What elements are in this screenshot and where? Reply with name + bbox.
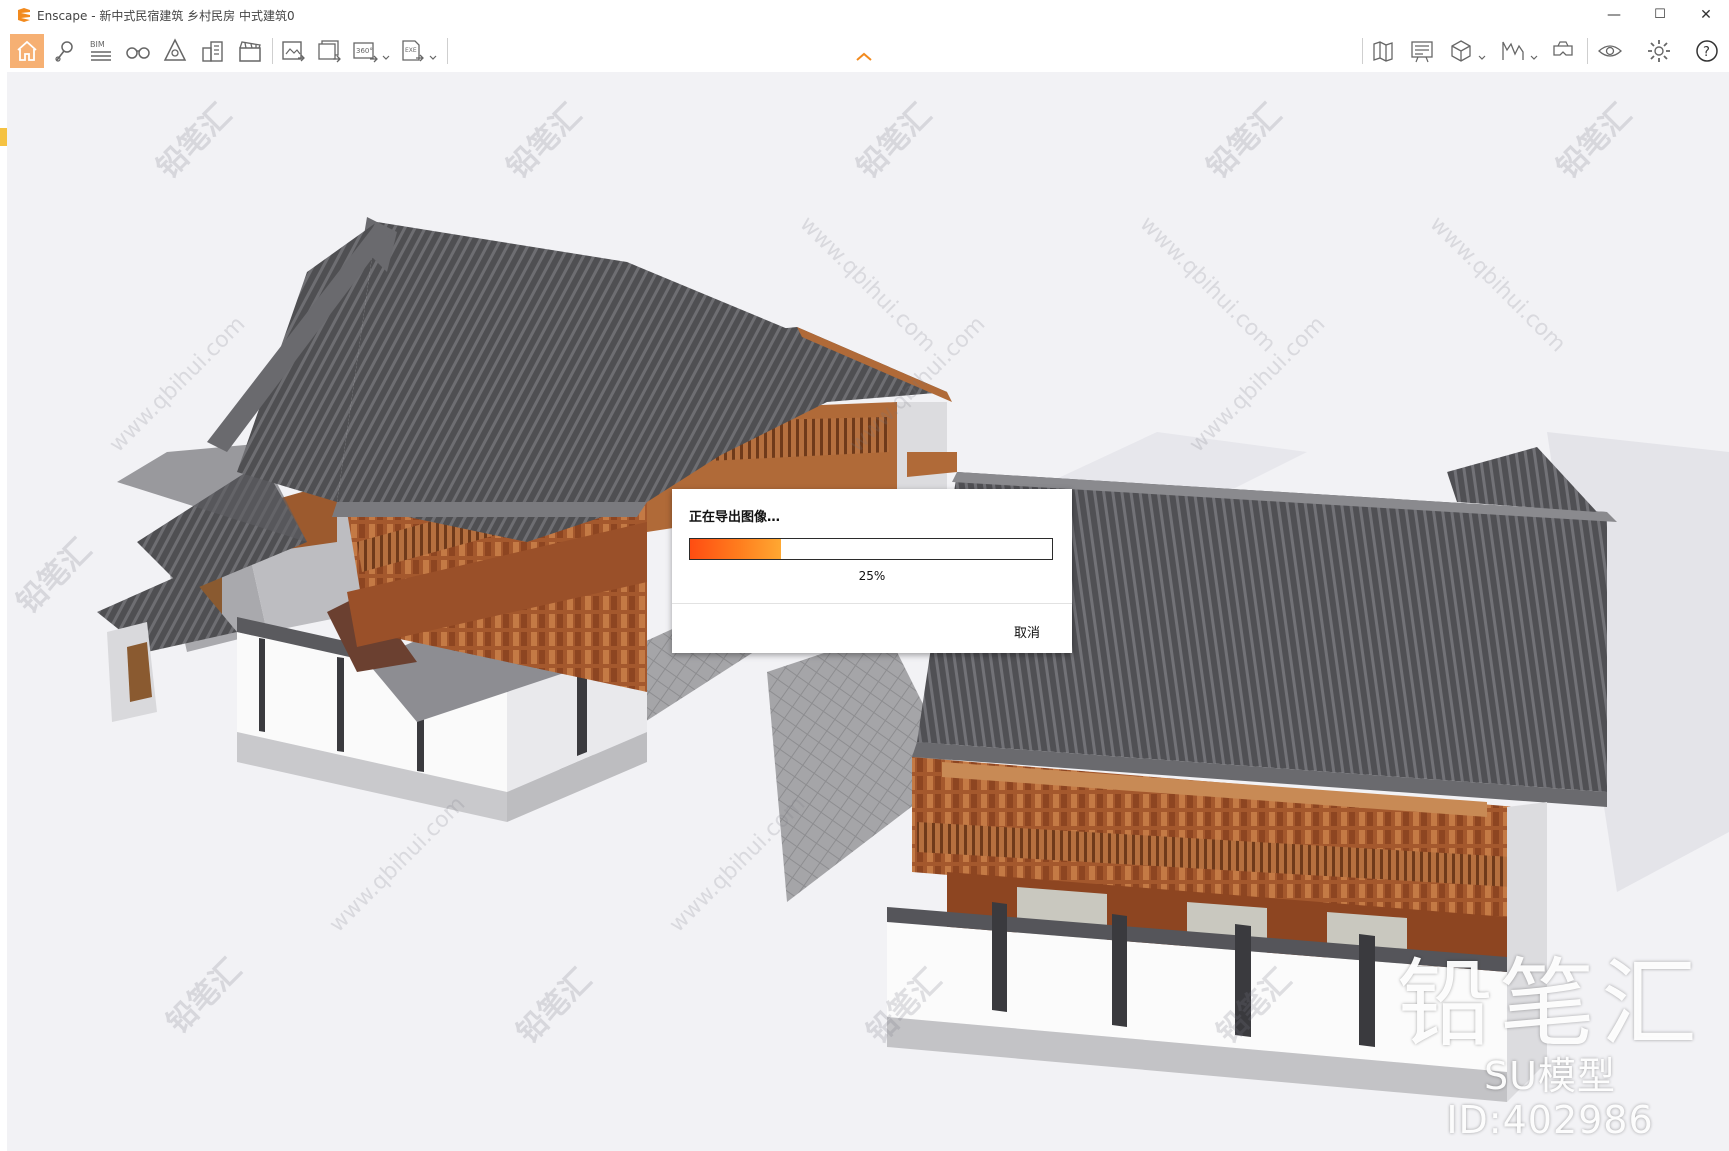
presentation-icon xyxy=(1411,41,1433,63)
home-button[interactable] xyxy=(10,34,44,68)
exe-label: EXE xyxy=(405,47,417,54)
help-icon: ? xyxy=(1696,40,1718,62)
settings-button[interactable] xyxy=(1642,34,1676,68)
views-button[interactable] xyxy=(48,34,82,68)
screenshot-button[interactable] xyxy=(276,34,310,68)
toolbar-separator xyxy=(272,38,273,64)
chart-icon xyxy=(1502,41,1524,60)
visibility-button[interactable] xyxy=(1593,34,1627,68)
video-editor-button[interactable] xyxy=(233,34,267,68)
gear-icon xyxy=(1648,40,1670,62)
chevron-down-icon xyxy=(1530,55,1538,60)
help-label: ? xyxy=(1703,45,1710,60)
bim-button[interactable]: BIM xyxy=(84,34,118,68)
window-title: Enscape - 新中式民宿建筑 乡村民房 中式建筑0 xyxy=(37,9,295,23)
cube-icon xyxy=(1451,40,1471,62)
title-bar: Enscape - 新中式民宿建筑 乡村民房 中式建筑0 — ☐ ✕ xyxy=(7,0,1729,30)
library-icon xyxy=(163,38,187,61)
progress-fill xyxy=(690,539,781,559)
presentation-button[interactable] xyxy=(1405,34,1439,68)
chart-dropdown[interactable] xyxy=(1530,47,1538,66)
close-button[interactable]: ✕ xyxy=(1683,0,1729,30)
batch-render-icon xyxy=(318,40,341,63)
toolbar-separator xyxy=(1587,38,1588,64)
collapse-toolbar-arrow-icon[interactable] xyxy=(856,52,872,62)
view-dropdown[interactable] xyxy=(1478,47,1486,66)
toolbar-separator xyxy=(447,38,448,64)
progress-percent: 25% xyxy=(858,569,886,583)
eye-icon xyxy=(1598,45,1622,57)
progress-bar xyxy=(689,538,1053,560)
panorama-label: 360° xyxy=(356,47,373,55)
export-progress-dialog: 正在导出图像… 25% 取消 xyxy=(672,489,1072,653)
chevron-down-icon xyxy=(382,55,390,60)
map-icon xyxy=(1373,41,1393,62)
minimize-button[interactable]: — xyxy=(1591,0,1637,30)
enscape-window: Enscape - 新中式民宿建筑 乡村民房 中式建筑0 — ☐ ✕ BIM 3… xyxy=(7,0,1729,1151)
bim-label: BIM xyxy=(90,40,105,49)
chart-button[interactable] xyxy=(1496,34,1538,68)
left-edge-strip xyxy=(0,0,7,1151)
asset-library-button[interactable] xyxy=(158,34,192,68)
view-cube-button[interactable] xyxy=(1444,34,1486,68)
left-edge-accent xyxy=(0,128,7,146)
exe-export-icon: EXE xyxy=(402,40,424,62)
dialog-title: 正在导出图像… xyxy=(689,510,781,525)
buildings-icon xyxy=(202,41,223,62)
panorama-button[interactable]: 360° xyxy=(348,34,390,68)
clapper-icon xyxy=(239,41,261,62)
panorama-360-icon: 360° xyxy=(353,42,378,63)
export-exe-button[interactable]: EXE xyxy=(395,34,437,68)
vr-button[interactable] xyxy=(1546,34,1580,68)
bim-icon: BIM xyxy=(90,40,111,61)
model-id: SU模型ID:402986 xyxy=(1446,1054,1654,1142)
image-export-icon xyxy=(282,41,305,62)
chevron-down-icon xyxy=(429,55,437,60)
home-icon xyxy=(17,40,37,61)
walk-mode-button[interactable] xyxy=(121,34,155,68)
enscape-logo-icon xyxy=(18,8,30,22)
brand-name: 铅笔汇 xyxy=(1397,948,1703,1060)
chevron-down-icon xyxy=(1478,55,1486,60)
dialog-divider xyxy=(672,603,1072,604)
help-button[interactable]: ? xyxy=(1690,34,1724,68)
binoculars-icon xyxy=(126,47,150,59)
cancel-button[interactable]: 取消 xyxy=(1014,622,1040,641)
vr-headset-icon xyxy=(1553,41,1573,56)
batch-render-button[interactable] xyxy=(312,34,346,68)
buildings-button[interactable] xyxy=(196,34,230,68)
export-dropdown[interactable] xyxy=(429,47,437,66)
toolbar-separator xyxy=(1362,38,1363,64)
maximize-button[interactable]: ☐ xyxy=(1637,0,1683,30)
location-pin-icon xyxy=(55,41,73,62)
brand-watermark: 铅笔汇 SU模型ID:402986 xyxy=(1385,954,1715,1142)
panorama-dropdown[interactable] xyxy=(382,47,390,66)
map-button[interactable] xyxy=(1367,34,1401,68)
